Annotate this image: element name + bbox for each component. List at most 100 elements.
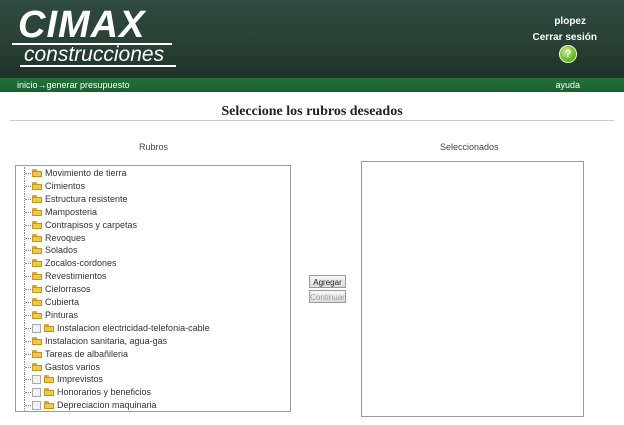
username: plopez xyxy=(554,16,586,27)
help-link[interactable]: ayuda xyxy=(555,78,580,92)
tree-item-label: Imprevistos xyxy=(57,374,104,385)
page-title: Seleccione los rubros deseados xyxy=(221,104,403,119)
breadcrumb-current: generar presupuesto xyxy=(46,80,130,90)
tree-connector xyxy=(20,257,31,270)
tree-item[interactable]: Depreciacion maquinaria xyxy=(16,399,288,411)
tree-connector xyxy=(20,167,31,179)
folder-icon xyxy=(32,233,42,242)
tree-connector xyxy=(20,334,31,347)
folder-icon xyxy=(32,349,42,358)
folder-icon xyxy=(32,336,42,345)
folder-icon xyxy=(32,194,42,203)
tree-item-label: Depreciacion maquinaria xyxy=(57,400,157,411)
logo-underline xyxy=(20,65,176,67)
folder-icon xyxy=(32,207,42,216)
tree-item-label: Revestimientos xyxy=(45,271,107,282)
tree-connector xyxy=(20,399,31,411)
tree-item[interactable]: Cielorrasos xyxy=(16,283,288,296)
tree-item-label: Solados xyxy=(45,245,78,256)
tree-connector xyxy=(20,192,31,205)
tree-item[interactable]: Revestimientos xyxy=(16,270,288,283)
folder-icon xyxy=(44,401,54,410)
tree-connector xyxy=(20,270,31,283)
tree-connector xyxy=(20,386,31,399)
tree-connector xyxy=(20,347,31,360)
folder-icon xyxy=(32,272,42,281)
tree-connector xyxy=(20,231,31,244)
company-logo[interactable]: CIMAX construcciones xyxy=(12,4,177,67)
tree-item-label: Cielorrasos xyxy=(45,284,91,295)
tree-checkbox[interactable] xyxy=(32,375,41,385)
breadcrumb-arrow-icon: → xyxy=(37,80,47,90)
tree-connector xyxy=(20,296,31,308)
tree-item[interactable]: Honorarios y beneficios xyxy=(16,386,288,399)
tree-item[interactable]: Revoques xyxy=(16,231,288,244)
tree-item-label: Cimientos xyxy=(45,180,86,191)
tree-item[interactable]: Cubierta xyxy=(16,296,288,308)
folder-icon xyxy=(32,362,42,371)
tree-connector xyxy=(20,179,31,192)
tree-item[interactable]: Instalacion electricidad-telefonia-cable xyxy=(16,321,288,334)
help-icon[interactable]: ? xyxy=(559,45,577,63)
tree-item-label: Zocalos-cordones xyxy=(45,258,117,269)
breadcrumb: inicio→generar presupuesto xyxy=(17,78,130,92)
tree-connector xyxy=(20,218,31,231)
add-button[interactable]: Agregar xyxy=(309,275,346,288)
tree-item[interactable]: Mamposteria xyxy=(16,205,288,218)
tree-connector xyxy=(20,321,31,334)
tree-item-label: Cubierta xyxy=(45,297,80,307)
tree-item[interactable]: Movimiento de tierra xyxy=(16,167,288,179)
tree-connector xyxy=(20,205,31,218)
logo-main-text: CIMAX xyxy=(18,4,146,46)
tree-item-label: Honorarios y beneficios xyxy=(57,387,152,398)
app-header: CIMAX construcciones plopez Cerrar sesió… xyxy=(0,0,624,78)
tree-item[interactable]: Imprevistos xyxy=(16,373,288,386)
tree-item-label: Pinturas xyxy=(45,309,79,320)
tree-checkbox[interactable] xyxy=(32,323,41,333)
tree-item-label: Gastos varios xyxy=(45,361,101,372)
tree-item[interactable]: Zocalos-cordones xyxy=(16,257,288,270)
tree-connector xyxy=(20,308,31,321)
tree-connector xyxy=(20,244,31,257)
tree-item[interactable]: Tareas de albañileria xyxy=(16,347,288,360)
seleccionados-label: Seleccionados xyxy=(440,142,499,152)
tree-item[interactable]: Estructura resistente xyxy=(16,192,288,205)
tree-item-label: Movimiento de tierra xyxy=(45,168,127,178)
folder-icon xyxy=(44,375,54,384)
breadcrumb-home-link[interactable]: inicio xyxy=(17,80,38,90)
logout-link[interactable]: Cerrar sesión xyxy=(533,32,597,43)
folder-icon xyxy=(32,220,42,229)
folder-icon xyxy=(32,169,42,177)
tree-item-label: Mamposteria xyxy=(45,206,98,217)
tree-checkbox[interactable] xyxy=(32,401,41,411)
folder-icon xyxy=(44,323,54,332)
tree-item[interactable]: Instalacion sanitaria, agua-gas xyxy=(16,334,288,347)
tree-item-label: Instalacion electricidad-telefonia-cable xyxy=(57,322,210,333)
tree-item-label: Contrapisos y carpetas xyxy=(45,219,138,230)
tree-checkbox[interactable] xyxy=(32,388,41,398)
folder-icon xyxy=(32,246,42,255)
tree-item[interactable]: Cimientos xyxy=(16,179,288,192)
tree-connector xyxy=(20,360,31,373)
folder-icon xyxy=(32,310,42,319)
logo-sub-text: construcciones xyxy=(24,43,165,66)
folder-icon xyxy=(32,181,42,190)
rubros-tree[interactable]: Movimiento de tierra Cimientos Estructura … xyxy=(15,165,291,412)
nav-bar: inicio→generar presupuesto ayuda xyxy=(0,78,624,92)
folder-icon xyxy=(32,298,42,306)
tree-item[interactable]: Gastos varios xyxy=(16,360,288,373)
rubros-label: Rubros xyxy=(139,142,169,152)
tree-item[interactable]: Solados xyxy=(16,244,288,257)
tree-item-label: Instalacion sanitaria, agua-gas xyxy=(45,335,168,346)
tree-item-label: Tareas de albañileria xyxy=(45,348,129,359)
tree-item[interactable]: Contrapisos y carpetas xyxy=(16,218,288,231)
tree-connector xyxy=(20,283,31,296)
folder-icon xyxy=(44,388,54,397)
folder-icon xyxy=(32,285,42,294)
continue-button[interactable]: Continuar xyxy=(309,290,346,303)
selected-list[interactable] xyxy=(361,161,584,417)
folder-icon xyxy=(32,259,42,268)
tree-item[interactable]: Pinturas xyxy=(16,308,288,321)
tree-item-label: Revoques xyxy=(45,232,86,243)
tree-item-label: Estructura resistente xyxy=(45,193,128,204)
